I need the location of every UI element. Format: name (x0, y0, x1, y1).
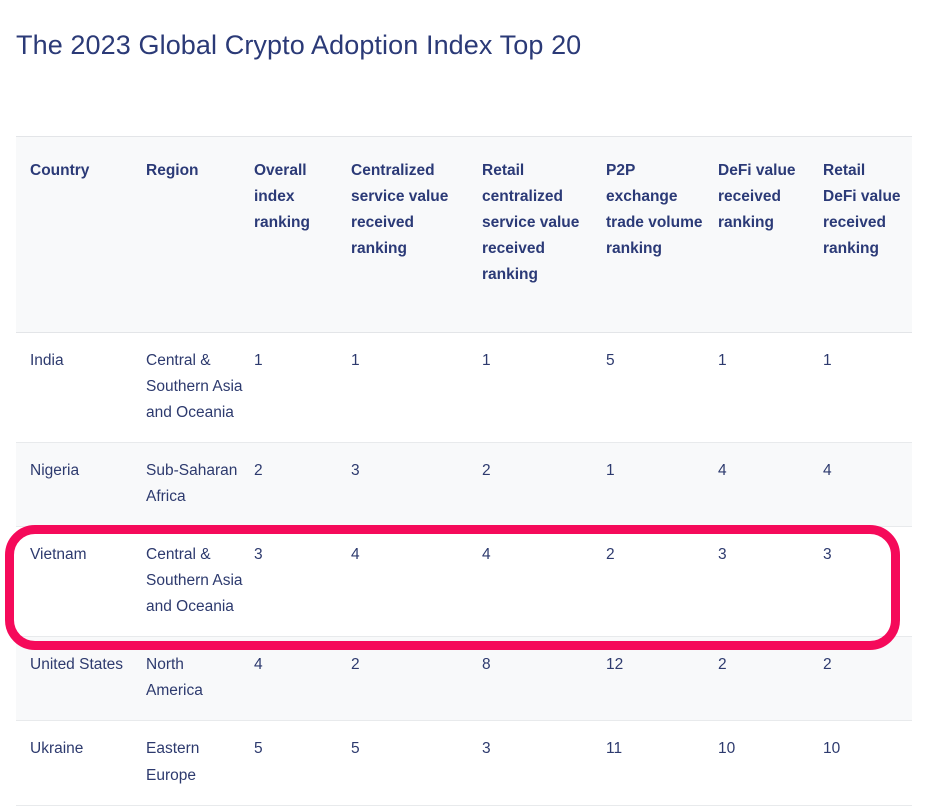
table-header: Country Region Overall index ranking Cen… (16, 135, 912, 334)
table-row: Nigeria Sub-Saharan Africa 2 3 2 1 4 4 (16, 442, 912, 528)
cell-centralized-service: 1 (351, 332, 482, 444)
adoption-index-table: Country Region Overall index ranking Cen… (16, 135, 912, 806)
cell-region: Sub-Saharan Africa (146, 442, 254, 528)
cell-retail-defi: 1 (823, 332, 912, 444)
cell-defi-value: 1 (718, 332, 823, 444)
cell-centralized-service: 5 (351, 720, 482, 806)
table-body: India Central & Southern Asia and Oceani… (16, 332, 912, 806)
cell-country: India (16, 332, 146, 444)
table-row: Ukraine Eastern Europe 5 5 3 11 10 10 (16, 720, 912, 806)
column-header-retail-centralized: Retail centralized service value receive… (482, 135, 606, 334)
cell-retail-defi: 10 (823, 720, 912, 806)
cell-overall-index: 1 (254, 332, 351, 444)
cell-centralized-service: 2 (351, 636, 482, 722)
column-header-country: Country (16, 135, 146, 334)
cell-p2p-exchange: 12 (606, 636, 718, 722)
cell-region: Central & Southern Asia and Oceania (146, 526, 254, 638)
cell-defi-value: 4 (718, 442, 823, 528)
cell-overall-index: 3 (254, 526, 351, 638)
cell-p2p-exchange: 5 (606, 332, 718, 444)
cell-defi-value: 2 (718, 636, 823, 722)
cell-region: Central & Southern Asia and Oceania (146, 332, 254, 444)
cell-retail-centralized: 1 (482, 332, 606, 444)
cell-overall-index: 4 (254, 636, 351, 722)
cell-retail-centralized: 3 (482, 720, 606, 806)
cell-p2p-exchange: 1 (606, 442, 718, 528)
table-row: United States North America 4 2 8 12 2 2 (16, 636, 912, 722)
column-header-retail-defi: Retail DeFi value received ranking (823, 135, 912, 334)
column-header-defi-value: DeFi value received ranking (718, 135, 823, 334)
cell-country: Nigeria (16, 442, 146, 528)
cell-p2p-exchange: 2 (606, 526, 718, 638)
table-row: India Central & Southern Asia and Oceani… (16, 332, 912, 444)
table-header-row: Country Region Overall index ranking Cen… (16, 135, 912, 334)
adoption-index-table-container: Country Region Overall index ranking Cen… (16, 135, 912, 806)
cell-defi-value: 3 (718, 526, 823, 638)
column-header-region: Region (146, 135, 254, 334)
cell-region: Eastern Europe (146, 720, 254, 806)
column-header-overall-index: Overall index ranking (254, 135, 351, 334)
cell-retail-defi: 4 (823, 442, 912, 528)
column-header-p2p-exchange: P2P exchange trade volume ranking (606, 135, 718, 334)
cell-overall-index: 2 (254, 442, 351, 528)
cell-centralized-service: 3 (351, 442, 482, 528)
cell-centralized-service: 4 (351, 526, 482, 638)
cell-overall-index: 5 (254, 720, 351, 806)
cell-retail-centralized: 2 (482, 442, 606, 528)
cell-country: United States (16, 636, 146, 722)
cell-retail-centralized: 8 (482, 636, 606, 722)
cell-retail-centralized: 4 (482, 526, 606, 638)
cell-retail-defi: 2 (823, 636, 912, 722)
cell-p2p-exchange: 11 (606, 720, 718, 806)
cell-country: Ukraine (16, 720, 146, 806)
cell-country: Vietnam (16, 526, 146, 638)
column-header-centralized-service: Centralized service value received ranki… (351, 135, 482, 334)
cell-retail-defi: 3 (823, 526, 912, 638)
table-row-highlighted: Vietnam Central & Southern Asia and Ocea… (16, 526, 912, 638)
page-title: The 2023 Global Crypto Adoption Index To… (16, 30, 582, 61)
cell-defi-value: 10 (718, 720, 823, 806)
cell-region: North America (146, 636, 254, 722)
